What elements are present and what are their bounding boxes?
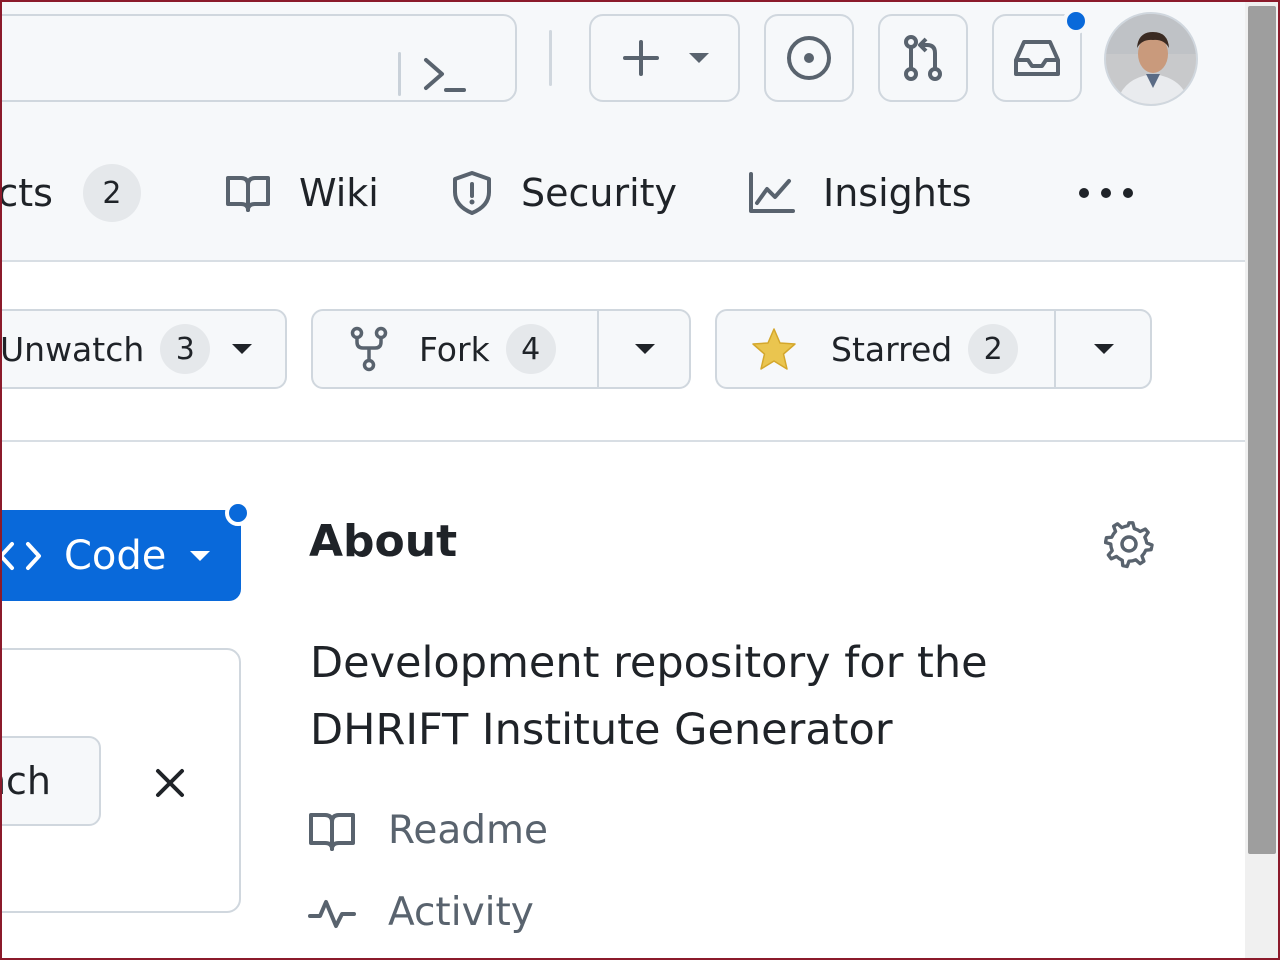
fork-button[interactable]: Fork 4 bbox=[311, 309, 691, 389]
notification-indicator bbox=[1063, 8, 1089, 34]
tab-insights-label: Insights bbox=[823, 171, 972, 215]
scrollbar-thumb[interactable] bbox=[1248, 6, 1276, 854]
code-button[interactable]: Code bbox=[0, 510, 241, 601]
unwatch-label: Unwatch bbox=[0, 329, 145, 369]
search-input[interactable] bbox=[0, 14, 517, 102]
shield-icon bbox=[453, 171, 491, 215]
chevron-down-icon bbox=[1094, 344, 1114, 354]
graph-icon bbox=[749, 172, 795, 213]
chevron-down-icon bbox=[635, 344, 655, 354]
tab-insights[interactable]: Insights bbox=[747, 160, 972, 226]
issues-button[interactable] bbox=[764, 14, 854, 102]
tab-wiki[interactable]: Wiki bbox=[225, 160, 379, 226]
tab-security-label: Security bbox=[521, 171, 678, 215]
fork-counter: 4 bbox=[505, 324, 556, 374]
unwatch-counter: 3 bbox=[160, 324, 211, 374]
star-fill-icon bbox=[752, 328, 796, 370]
about-description: Development repository for the DHRIFT In… bbox=[310, 638, 988, 755]
tab-projects-counter: 2 bbox=[82, 164, 141, 222]
fork-label: Fork bbox=[419, 329, 490, 369]
code-button-label: Code bbox=[64, 532, 167, 579]
kebab-horizontal-icon bbox=[1079, 188, 1133, 198]
branch-chip-label: nch bbox=[0, 759, 51, 803]
tab-security[interactable]: Security bbox=[451, 160, 677, 226]
starred-counter: 2 bbox=[968, 324, 1019, 374]
search-separator bbox=[398, 52, 401, 96]
code-notification-dot bbox=[225, 500, 251, 526]
chevron-down-icon bbox=[688, 53, 709, 63]
pulse-icon bbox=[308, 899, 356, 928]
about-heading: About bbox=[309, 516, 458, 567]
gear-icon[interactable] bbox=[1104, 519, 1154, 569]
fork-dropdown-button[interactable] bbox=[599, 311, 691, 387]
unwatch-button[interactable]: Unwatch 3 bbox=[0, 309, 287, 389]
tab-projects[interactable]: ects 2 bbox=[0, 160, 141, 226]
readme-link[interactable]: Readme bbox=[308, 808, 548, 853]
book-icon bbox=[226, 176, 270, 212]
chevron-down-icon bbox=[232, 344, 253, 354]
pull-requests-button[interactable] bbox=[878, 14, 968, 102]
more-tabs-button[interactable] bbox=[1076, 170, 1136, 216]
activity-link[interactable]: Activity bbox=[308, 890, 534, 935]
command-palette-icon[interactable] bbox=[420, 52, 468, 96]
avatar[interactable] bbox=[1104, 12, 1198, 106]
branch-chip[interactable]: nch bbox=[0, 736, 101, 826]
git-pull-request-icon bbox=[904, 35, 942, 81]
close-icon[interactable] bbox=[150, 763, 190, 803]
repo-forked-icon bbox=[350, 326, 388, 372]
chevron-down-icon bbox=[190, 550, 211, 561]
starred-label: Starred bbox=[831, 329, 953, 369]
issue-opened-icon bbox=[787, 36, 831, 80]
create-new-button[interactable] bbox=[589, 14, 740, 102]
readme-label: Readme bbox=[388, 808, 548, 853]
star-dropdown-button[interactable] bbox=[1056, 311, 1152, 387]
activity-label: Activity bbox=[388, 890, 534, 935]
tab-wiki-label: Wiki bbox=[299, 171, 379, 215]
plus-icon bbox=[622, 40, 659, 76]
starred-button[interactable]: Starred 2 bbox=[715, 309, 1152, 389]
header-divider bbox=[549, 30, 552, 86]
code-icon bbox=[0, 541, 41, 570]
book-icon bbox=[309, 812, 355, 851]
inbox-icon bbox=[1014, 40, 1060, 76]
section-divider bbox=[0, 440, 1245, 442]
tab-projects-label: ects bbox=[0, 171, 53, 215]
